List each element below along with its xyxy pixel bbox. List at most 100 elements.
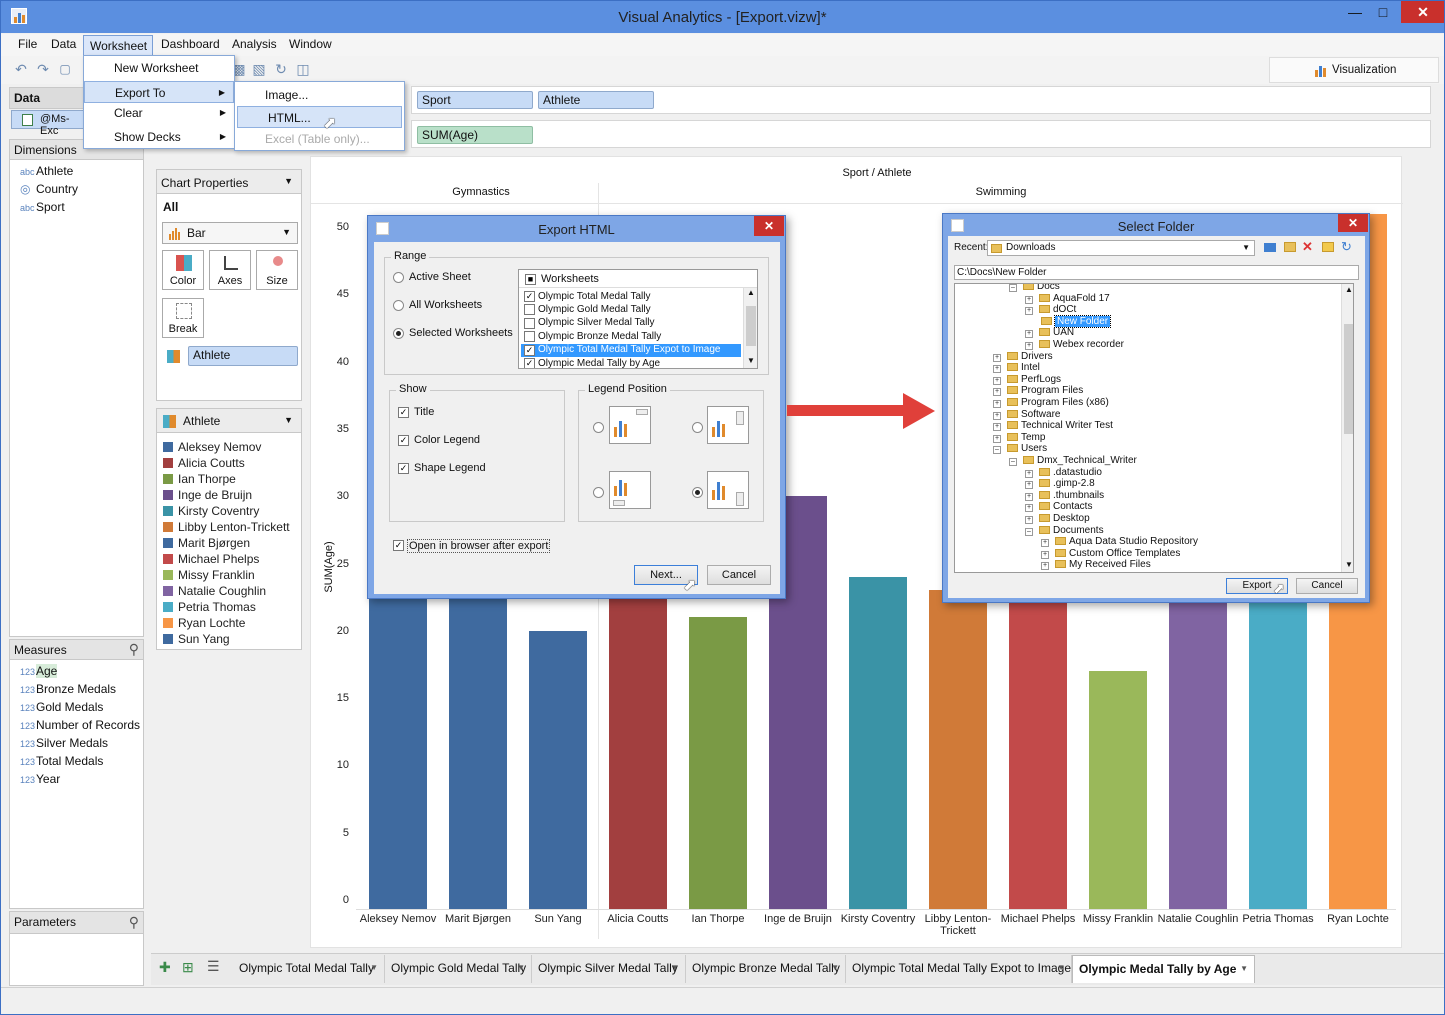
sheet-tab[interactable]: Olympic Medal Tally by Age ▼ [1072,955,1255,983]
tree-node[interactable]: + Technical Writer Test [993,420,1113,432]
collapse-icon[interactable]: – [993,446,1001,455]
list-scrollbar[interactable]: ▲ ▼ [743,288,757,368]
tree-node[interactable]: New Folder [1025,314,1112,328]
chevron-down-icon[interactable]: ▼ [1240,956,1248,982]
expand-icon[interactable]: + [1025,481,1033,490]
expand-icon[interactable]: + [993,365,1001,374]
expand-icon[interactable]: + [993,376,1001,385]
legend-item[interactable]: Marit Bjørgen [157,535,301,551]
refresh-toolbar-icon[interactable]: ↻ [273,61,289,77]
sheet-tab[interactable]: Olympic Total Medal Tally Expot to Image… [846,955,1072,983]
scroll-down-icon[interactable]: ▼ [1345,560,1353,569]
tree-node[interactable]: + .datastudio [1025,467,1102,479]
tree-node[interactable]: – Dmx_Technical_Writer [1009,455,1137,467]
search-icon[interactable]: ⚲ [129,914,139,931]
tree-node[interactable]: + Program Files (x86) [993,397,1109,409]
legend-position-top-right-radio[interactable] [593,422,604,433]
collapse-icon[interactable]: – [1009,458,1017,466]
tree-node[interactable]: + PerfLogs [993,374,1061,386]
tree-scrollbar[interactable]: ▲ ▼ [1341,284,1353,572]
tree-node[interactable]: + Desktop [1025,513,1090,525]
tree-node[interactable]: + Aqua Data Studio Repository [1041,536,1198,548]
tree-node[interactable]: + Webex recorder [1025,339,1124,351]
close-icon[interactable]: ✕ [754,216,784,236]
worksheet-checkbox[interactable] [524,331,535,343]
rows-shelf[interactable]: SUM(Age) [411,120,1431,148]
add-dashboard-icon[interactable]: ⊞ [182,959,194,976]
expand-icon[interactable]: + [1041,562,1049,571]
chart-type-select[interactable]: Bar ▼ [162,222,298,244]
scroll-down-icon[interactable]: ▼ [747,356,755,365]
scroll-thumb[interactable] [1344,324,1353,434]
folder-tree[interactable]: – Docs + AquaFold 17 + dOCt New Folder + UAN + Web… [954,283,1354,573]
columns-pill-athlete[interactable]: Athlete [538,91,654,109]
scroll-up-icon[interactable]: ▲ [1345,285,1353,294]
scroll-thumb[interactable] [746,306,756,346]
expand-icon[interactable]: + [1025,295,1033,304]
worksheet-checkbox[interactable] [524,317,535,329]
tree-node[interactable]: – Docs [1009,284,1060,293]
scroll-up-icon[interactable]: ▲ [747,288,755,297]
open-folder-icon[interactable] [1322,242,1334,252]
measure-field[interactable]: 123Bronze Medals [10,680,143,698]
legend-item[interactable]: Natalie Coughlin [157,583,301,599]
tree-node[interactable]: + My Received Files [1041,559,1151,571]
visualization-button[interactable]: Visualization [1269,57,1439,83]
chevron-down-icon[interactable]: ▼ [517,955,525,981]
recent-select[interactable]: Downloads ▼ [987,240,1255,256]
color-field-pill[interactable]: Athlete [188,346,298,366]
sheet-tab[interactable]: Olympic Silver Medal Tally ▼ [532,955,686,983]
worksheets-list[interactable]: ■ Worksheets ✓ Olympic Total Medal Tally O… [518,269,758,369]
dimension-field[interactable]: abcAthlete [10,162,143,180]
new-worksheet-item[interactable]: New Worksheet [84,57,234,79]
sheet-tab[interactable]: Olympic Bronze Medal Tally ▼ [686,955,846,983]
sheet-tab[interactable]: Olympic Total Medal Tally ▼ [233,955,385,983]
break-button[interactable]: Break [162,298,204,338]
bar[interactable] [1089,671,1147,909]
worksheet-checkbox[interactable]: ✓ [524,358,535,368]
legend-item[interactable]: Petria Thomas [157,599,301,615]
export-to-item[interactable]: Export To ▶ [84,81,234,103]
expand-icon[interactable]: + [1025,330,1033,339]
tree-node[interactable]: + Intel [993,362,1040,374]
new-folder-icon[interactable] [1284,242,1296,252]
menu-data[interactable]: Data [51,37,76,51]
maximize-icon[interactable]: □ [1369,1,1397,23]
legend-item[interactable]: Aleksey Nemov [157,439,301,455]
close-icon[interactable]: ✕ [1401,1,1444,23]
tree-node[interactable]: + UAN [1025,327,1074,339]
chevron-down-icon[interactable]: ▼ [370,955,378,981]
expand-icon[interactable]: + [1041,539,1049,548]
menu-worksheet[interactable]: Worksheet [83,35,153,56]
refresh-icon[interactable]: ↻ [1341,239,1352,255]
columns-shelf[interactable]: Sport Athlete [411,86,1431,114]
worksheet-checkbox[interactable] [524,304,535,316]
close-icon[interactable]: ✕ [1338,214,1368,232]
desktop-icon[interactable] [1264,243,1276,252]
expand-icon[interactable]: + [1025,492,1033,501]
worksheet-checkbox[interactable]: ✓ [524,291,535,302]
legend-position-bottom-right-radio[interactable] [692,487,703,498]
axes-button[interactable]: Axes [209,250,251,290]
delete-icon[interactable]: ✕ [1302,239,1313,255]
dimension-field[interactable]: abcSport [10,198,143,216]
legend-item[interactable]: Ian Thorpe [157,471,301,487]
sheet-list-icon[interactable]: ☰ [207,958,220,975]
chevron-down-icon[interactable]: ▼ [831,955,839,981]
export-toolbar-icon[interactable]: ◫ [295,61,311,77]
legend-item[interactable]: Inge de Bruijn [157,487,301,503]
expand-icon[interactable]: + [1025,469,1033,478]
tree-node[interactable]: + AquaFold 17 [1025,293,1110,305]
tree-node[interactable]: + Custom Office Templates [1041,548,1180,560]
tree-node[interactable]: + .thumbnails [1025,490,1104,502]
show-option-checkbox[interactable]: ✓ [398,463,409,474]
bar[interactable] [929,590,987,909]
chevron-down-icon[interactable]: ▼ [284,415,293,425]
expand-icon[interactable]: + [1025,342,1033,350]
cancel-button[interactable]: Cancel [707,565,771,585]
add-worksheet-icon[interactable]: ✚ [159,959,171,976]
range-option-radio[interactable] [393,328,404,339]
menu-file[interactable]: File [18,37,37,51]
tree-node[interactable]: + Program Files [993,385,1083,397]
worksheet-checkbox[interactable]: ✓ [524,344,535,356]
